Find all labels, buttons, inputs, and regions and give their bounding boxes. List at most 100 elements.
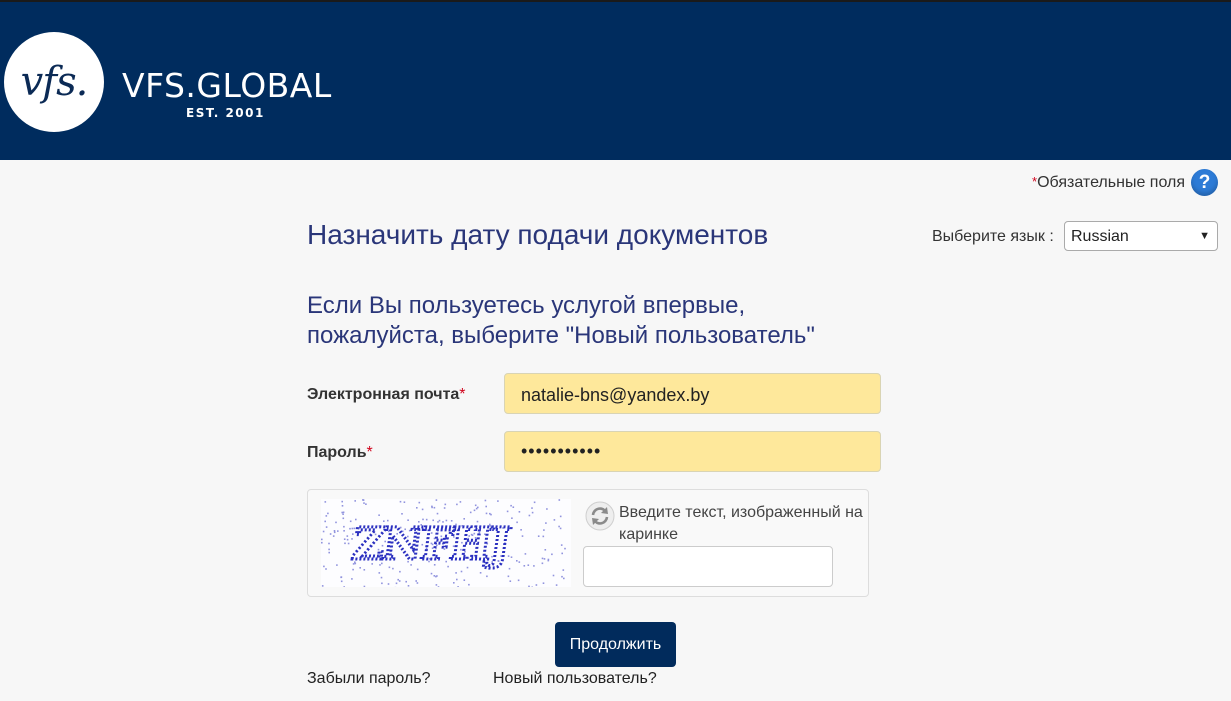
captcha-noise-dot [332, 535, 335, 537]
captcha-noise-dot [435, 499, 438, 501]
email-label-text: Электронная почта [307, 386, 460, 403]
captcha-noise-dot [430, 572, 433, 575]
continue-button[interactable]: Продолжить [555, 622, 676, 667]
captcha-noise-dot [559, 527, 562, 530]
captcha-noise-dot [551, 553, 553, 556]
captcha-noise-dot [544, 549, 547, 551]
captcha-noise-dot [342, 511, 345, 514]
captcha-noise-dot [324, 520, 326, 523]
captcha-noise-dot [399, 500, 402, 503]
captcha-noise-dot [531, 586, 533, 587]
captcha-noise-dot [537, 535, 540, 537]
captcha-noise-dot [403, 501, 406, 503]
required-fields-text: Обязательные поля [1037, 174, 1185, 191]
captcha-noise-dot [444, 503, 447, 506]
captcha-noise-dot [479, 572, 482, 574]
captcha-noise-dot [518, 561, 521, 563]
captcha-noise-dot [362, 499, 365, 501]
captcha-noise-dot [517, 579, 520, 582]
captcha-noise-dot [431, 506, 433, 509]
captcha-noise-dot [346, 538, 349, 541]
captcha-noise-dot [328, 551, 330, 554]
captcha-noise-dot [486, 575, 488, 578]
captcha-noise-dot [325, 515, 328, 517]
captcha-noise-dot [516, 560, 518, 562]
refresh-icon[interactable] [585, 501, 615, 531]
captcha-noise-dot [341, 500, 343, 503]
captcha-noise-dot [343, 538, 346, 540]
captcha-noise-dot [456, 578, 458, 581]
captcha-noise-dot [335, 521, 337, 524]
captcha-noise-dot [520, 529, 522, 531]
forgot-password-link[interactable]: Забыли пароль? [307, 670, 431, 688]
password-required-star: * [366, 444, 373, 461]
captcha-input[interactable] [583, 546, 833, 587]
captcha-noise-dot [546, 508, 548, 510]
captcha-noise-dot [378, 572, 381, 574]
captcha-noise-dot [322, 530, 325, 533]
language-label: Выберите язык : [932, 228, 1054, 245]
captcha-noise-dot [336, 564, 338, 566]
captcha-noise-dot [559, 515, 562, 518]
email-label: Электронная почта* [307, 386, 466, 404]
brand-established: EST. 2001 [186, 106, 265, 120]
captcha-noise-dot [561, 552, 563, 555]
captcha-noise-dot [531, 511, 534, 514]
captcha-noise-dot [531, 507, 533, 509]
language-selected-value: Russian [1071, 228, 1129, 245]
captcha-noise-dot [325, 568, 327, 570]
captcha-noise-dot [343, 525, 345, 528]
captcha-noise-dot [321, 538, 323, 541]
question-circle-icon[interactable]: ? [1191, 169, 1218, 196]
new-user-link[interactable]: Новый пользователь? [493, 670, 657, 688]
password-field[interactable]: ••••••••••• [504, 431, 881, 472]
captcha-noise-dot [346, 535, 349, 537]
captcha-noise-dot [418, 501, 421, 504]
captcha-noise-dot [436, 575, 438, 577]
captcha-noise-dot [508, 567, 511, 570]
captcha-noise-dot [510, 504, 512, 507]
required-fields-note: *Обязательные поля [1032, 174, 1185, 192]
captcha-noise-dot [453, 582, 455, 584]
captcha-noise-dot [484, 499, 487, 502]
captcha-noise-dot [552, 574, 555, 577]
captcha-noise-dot [541, 562, 544, 565]
captcha-noise-dot [443, 507, 446, 509]
page-title: Назначить дату подачи документов [307, 219, 769, 250]
captcha-noise-dot [340, 580, 343, 583]
captcha-noise-dot [421, 508, 424, 511]
captcha-noise-dot [340, 576, 342, 579]
captcha-noise-dot [485, 505, 487, 508]
email-field[interactable]: natalie-bns@yandex.by [504, 373, 881, 414]
captcha-noise-dot [523, 565, 526, 567]
captcha-noise-dot [341, 511, 343, 514]
captcha-noise-dot [533, 501, 536, 504]
email-value: natalie-bns@yandex.by [521, 385, 710, 405]
captcha-noise-dot [436, 512, 439, 515]
captcha-noise-dot [395, 582, 398, 585]
captcha-noise-dot [560, 544, 563, 546]
captcha-noise-dot [405, 580, 407, 583]
captcha-noise-dot [473, 509, 476, 512]
captcha-panel: ZNFHJ Введите текст, изображенный на кар… [307, 489, 869, 597]
captcha-noise-dot [333, 531, 336, 534]
captcha-noise-dot [328, 542, 330, 545]
captcha-noise-dot [545, 522, 547, 524]
caret-down-icon: ▼ [1199, 230, 1210, 242]
captcha-noise-dot [324, 501, 327, 503]
captcha-noise-dot [381, 582, 383, 585]
captcha-noise-dot [351, 578, 353, 580]
captcha-noise-dot [460, 570, 463, 573]
instructions-line-1: Если Вы пользуетесь услугой впервые, [307, 292, 746, 319]
captcha-noise-dot [380, 576, 383, 579]
captcha-noise-dot [524, 553, 527, 555]
captcha-noise-dot [343, 530, 345, 532]
captcha-noise-dot [507, 555, 510, 557]
password-label: Пароль* [307, 444, 373, 462]
password-label-text: Пароль [307, 444, 367, 461]
captcha-noise-dot [456, 503, 458, 506]
language-select[interactable]: Russian ▼ [1064, 221, 1218, 251]
vfs-logo[interactable]: vfs. [4, 32, 104, 132]
email-required-star: * [459, 386, 466, 403]
captcha-noise-dot [433, 575, 436, 577]
